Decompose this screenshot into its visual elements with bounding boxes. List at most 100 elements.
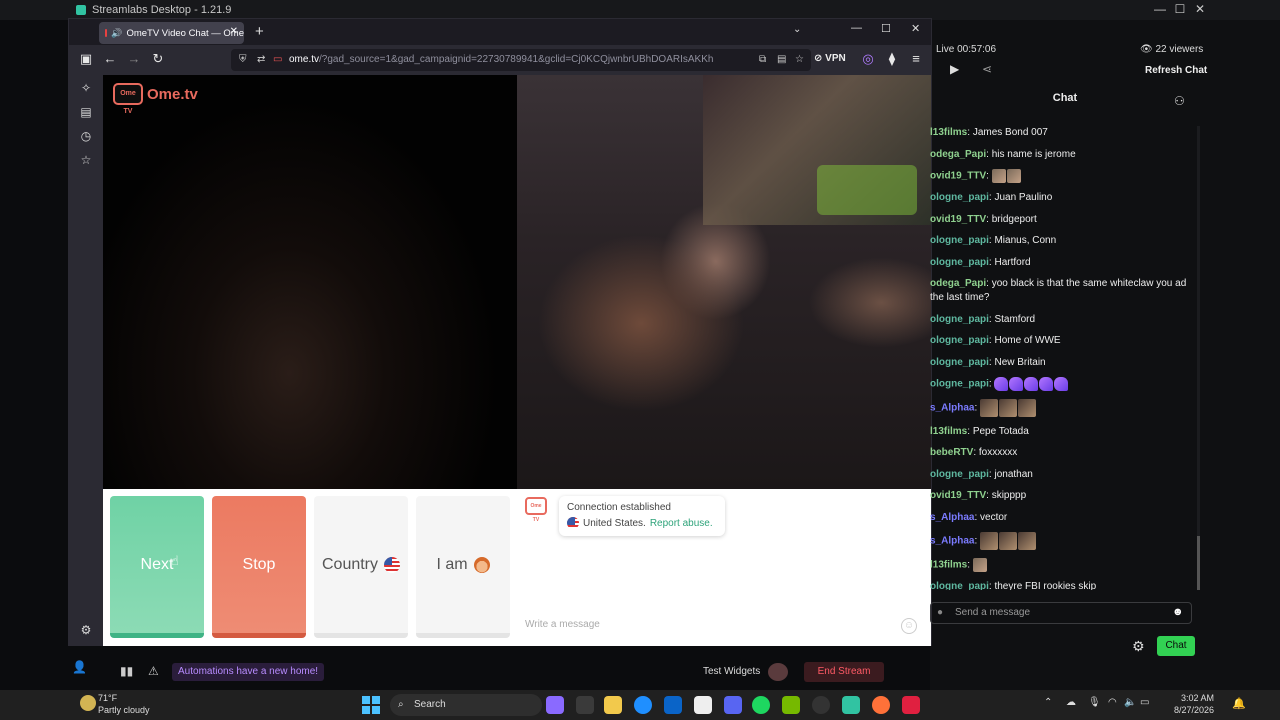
next-button[interactable]: Next [110, 496, 204, 638]
maximize-icon[interactable]: ☐ [1170, 2, 1190, 16]
notification-pill[interactable]: Automations have a new home! [172, 663, 325, 681]
chat-username[interactable]: ologne_papi [930, 469, 989, 480]
chat-username[interactable]: s_Alphaa [930, 536, 974, 547]
country-button[interactable]: Country [314, 496, 408, 638]
browser-close-icon[interactable]: ✕ [911, 22, 920, 35]
bookmark-star-icon[interactable]: ☆ [795, 49, 804, 71]
edge-icon[interactable] [634, 696, 652, 714]
ometv-logo[interactable]: Ome TV Ome.tv [113, 83, 198, 115]
chat-username[interactable]: ologne_papi [930, 335, 989, 346]
stop-button[interactable]: Stop [212, 496, 306, 638]
send-message-input[interactable]: ● Send a message [930, 602, 1192, 624]
clock-time[interactable]: 3:02 AM [1164, 693, 1214, 703]
notifications-icon[interactable]: 🔔 [1232, 697, 1246, 710]
4k-app-icon[interactable] [812, 696, 830, 714]
chat-emoji-icon[interactable]: ☻ [1172, 606, 1184, 618]
refresh-chat-button[interactable]: Refresh Chat [1145, 65, 1207, 76]
ai-sparkle-icon[interactable]: ✧ [78, 81, 94, 97]
close-icon[interactable]: ✕ [1190, 2, 1210, 16]
forward-icon[interactable]: → [125, 51, 143, 66]
url-bar[interactable]: ⛨ ⇄ ▭ ome.tv/?gad_source=1&gad_campaigni… [231, 49, 811, 71]
share-icon[interactable]: ⋖ [982, 62, 992, 76]
app-red-icon[interactable] [902, 696, 920, 714]
tabs-icon[interactable]: ▤ [78, 105, 94, 121]
extension-icon[interactable]: ◎ [859, 51, 877, 67]
spotify-icon[interactable] [752, 696, 770, 714]
chat-username[interactable]: ologne_papi [930, 192, 989, 203]
minimize-icon[interactable]: — [1150, 2, 1170, 16]
firefox-icon[interactable] [872, 696, 890, 714]
tab-close-icon[interactable]: ✕ [230, 26, 238, 37]
file-explorer-icon[interactable] [604, 696, 622, 714]
capcut-icon[interactable] [694, 696, 712, 714]
weather-icon[interactable] [80, 695, 96, 711]
popout-icon[interactable]: ▶ [950, 62, 959, 76]
record-button[interactable] [768, 663, 788, 681]
back-icon[interactable]: ← [101, 51, 119, 66]
sidebar-toggle-icon[interactable]: ▣ [77, 51, 95, 67]
tray-chevron-icon[interactable]: ⌃ [1044, 697, 1052, 708]
chat-username[interactable]: ologne_papi [930, 357, 989, 368]
gender-button[interactable]: I am [416, 496, 510, 638]
camera-indicator-icon[interactable]: ▭ [273, 49, 282, 71]
reader-view-icon[interactable]: ▤ [777, 49, 786, 71]
browser-minimize-icon[interactable]: — [851, 22, 862, 34]
chat-username[interactable]: ovid19_TTV [930, 171, 986, 182]
test-widgets-button[interactable]: Test Widgets [703, 666, 760, 677]
shield-icon[interactable]: ⛨ [239, 49, 247, 71]
speaker-icon[interactable]: 🔊 [111, 28, 122, 39]
alert-icon[interactable]: ⚠ [148, 664, 159, 678]
onedrive-icon[interactable]: ☁ [1066, 697, 1076, 708]
bookmarks-icon[interactable]: ☆ [78, 153, 94, 169]
outlook-icon[interactable] [664, 696, 682, 714]
stats-icon[interactable]: ▮▮ [120, 664, 133, 678]
chat-username[interactable]: s_Alphaa [930, 403, 974, 414]
reload-icon[interactable]: ↻ [149, 51, 167, 67]
chat-username[interactable]: ologne_papi [930, 581, 989, 590]
report-abuse-link[interactable]: Report abuse. [650, 518, 713, 529]
chat-username[interactable]: ovid19_TTV [930, 490, 986, 501]
chat-members-icon[interactable]: ⚇ [1174, 94, 1185, 108]
emoji-icon[interactable]: ☺ [901, 618, 917, 634]
new-tab-button[interactable]: + [255, 23, 264, 40]
mic-icon[interactable]: 🎙 [1088, 697, 1101, 708]
chat-username[interactable]: ologne_papi [930, 314, 989, 325]
tab-list-icon[interactable]: ⌄ [793, 24, 801, 35]
menu-icon[interactable]: ≡ [907, 51, 925, 66]
chat-username[interactable]: odega_Papi [930, 278, 986, 289]
chat-username[interactable]: ologne_papi [930, 235, 989, 246]
taskbar-search[interactable]: ⌕ Search [390, 694, 542, 716]
copilot-app-icon[interactable] [546, 696, 564, 714]
battery-icon[interactable]: ▭ [1140, 697, 1149, 708]
streamlabs-taskbar-icon[interactable] [842, 696, 860, 714]
chat-username[interactable]: l13films [930, 127, 967, 138]
chat-username[interactable]: odega_Papi [930, 149, 986, 160]
sidebar-settings-icon[interactable]: ⚙ [78, 623, 94, 639]
chat-username[interactable]: l13films [930, 426, 967, 437]
chat-username[interactable]: bebeRTV [930, 447, 973, 458]
chat-username[interactable]: ologne_papi [930, 257, 989, 268]
task-view-icon[interactable] [576, 696, 594, 714]
chat-send-button[interactable]: Chat [1157, 636, 1195, 656]
scrollbar-thumb[interactable] [1197, 536, 1200, 590]
chat-username[interactable]: l13films [930, 559, 967, 570]
chat-settings-icon[interactable]: ⚙ [1132, 638, 1145, 655]
message-input[interactable]: Write a message [525, 619, 925, 637]
chat-username[interactable]: ologne_papi [930, 379, 989, 390]
history-icon[interactable]: ◷ [78, 129, 94, 145]
chat-scrollbar[interactable] [1197, 126, 1200, 590]
permissions-icon[interactable]: ⇄ [257, 49, 265, 71]
chat-username[interactable]: s_Alphaa [930, 512, 974, 523]
extensions-puzzle-icon[interactable]: ⧫ [883, 51, 901, 67]
tab-ometv[interactable]: 🔊 OmeTV Video Chat — Ome ✕ [99, 22, 244, 44]
nvidia-icon[interactable] [782, 696, 800, 714]
browser-maximize-icon[interactable]: ☐ [881, 22, 891, 35]
vpn-button[interactable]: ⊘ VPN [814, 53, 846, 64]
clock-date[interactable]: 8/27/2026 [1154, 705, 1214, 715]
chat-username[interactable]: ovid19_TTV [930, 214, 986, 225]
picture-in-picture-icon[interactable]: ⧉ [759, 49, 766, 71]
wifi-icon[interactable]: ◠ [1108, 697, 1117, 708]
discord-icon[interactable] [724, 696, 742, 714]
end-stream-button[interactable]: End Stream [804, 662, 884, 682]
start-icon[interactable] [362, 696, 380, 714]
